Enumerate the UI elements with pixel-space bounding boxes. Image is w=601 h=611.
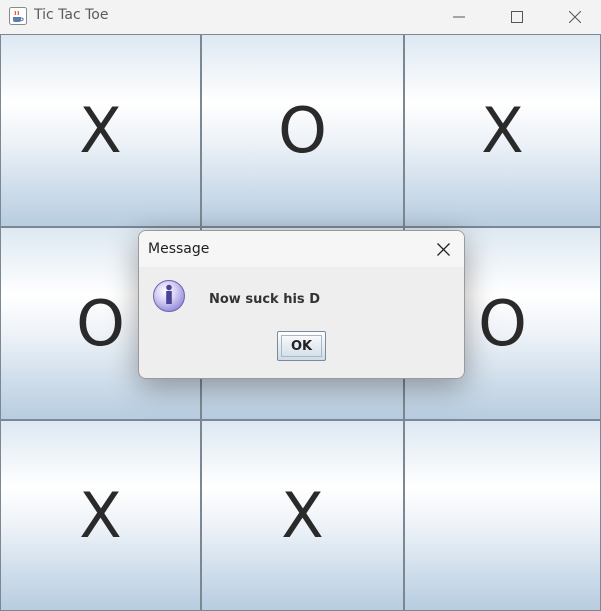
close-button[interactable] (546, 0, 601, 34)
cell-r3c2[interactable]: X (201, 420, 404, 611)
app-window: Tic Tac Toe X O X O O X X Message Now su… (0, 0, 601, 611)
minimize-icon (453, 16, 465, 18)
ok-button-label: OK (290, 338, 313, 354)
window-title: Tic Tac Toe (34, 7, 109, 23)
dialog-close-button[interactable] (422, 231, 464, 267)
dialog-title-bar[interactable]: Message (139, 231, 464, 267)
close-icon (569, 11, 581, 23)
info-icon (153, 280, 185, 312)
maximize-icon (511, 11, 523, 23)
java-cup-icon (9, 7, 27, 25)
dialog-message: Now suck his D (209, 292, 320, 307)
close-icon (436, 242, 450, 256)
minimize-button[interactable] (430, 0, 488, 34)
cell-r1c2[interactable]: O (201, 34, 404, 227)
maximize-button[interactable] (488, 0, 546, 34)
cell-r1c3[interactable]: X (404, 34, 601, 227)
title-bar[interactable]: Tic Tac Toe (0, 0, 601, 34)
cell-r1c1[interactable]: X (0, 34, 201, 227)
dialog-title: Message (148, 241, 210, 257)
message-dialog: Message Now suck his D OK (138, 230, 465, 379)
cell-r3c1[interactable]: X (0, 420, 201, 611)
cell-r3c3[interactable] (404, 420, 601, 611)
ok-button[interactable]: OK (277, 331, 326, 361)
